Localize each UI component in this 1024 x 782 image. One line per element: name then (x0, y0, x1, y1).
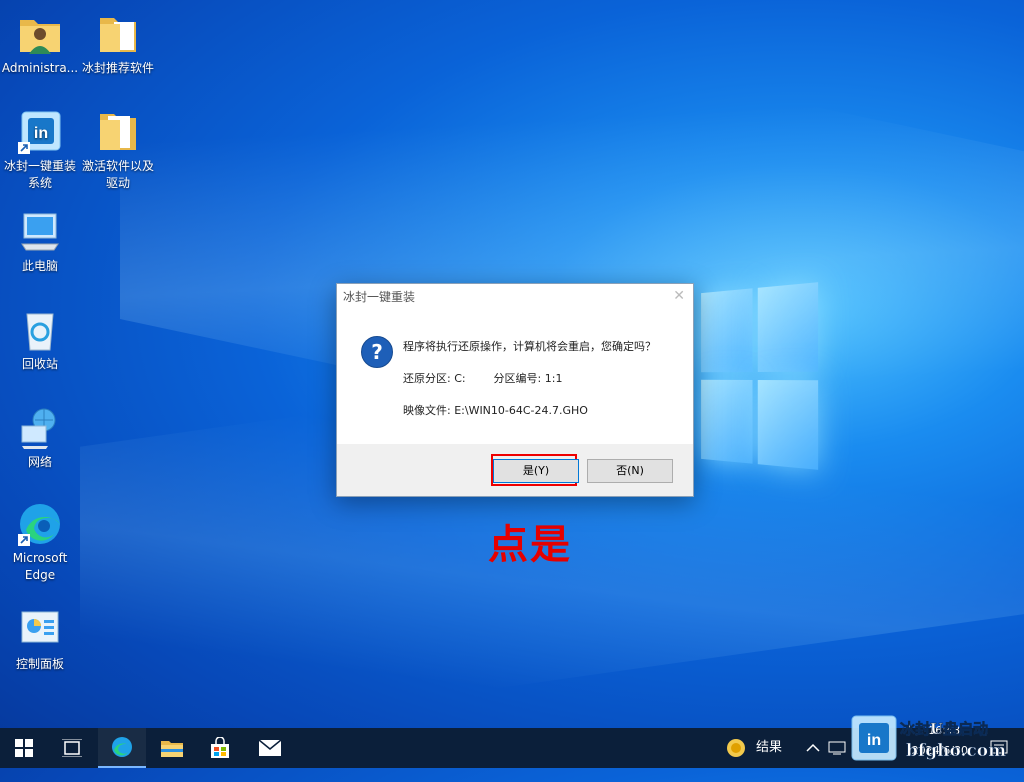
bingfeng-watermark: in 冰封U盘启动 bfgho.com (848, 712, 1024, 768)
recycle-bin-icon (16, 306, 64, 354)
image-file-info: 映像文件: E:\WIN10-64C-24.7.GHO (403, 404, 588, 417)
yes-button[interactable]: 是(Y) (493, 459, 579, 483)
task-view-icon (62, 739, 82, 757)
desktop-icon-label: 回收站 (21, 357, 58, 371)
taskbar-store[interactable] (196, 728, 244, 768)
question-icon: ? (361, 336, 393, 368)
user-folder-icon (16, 10, 64, 58)
windows-wallpaper-logo (701, 282, 819, 470)
folder-icon (94, 108, 142, 156)
close-icon[interactable]: ✕ (673, 288, 685, 304)
desktop-icon-label: 冰封推荐软件 (81, 61, 154, 75)
restore-partition-info: 还原分区: C: 分区编号: 1:1 (403, 372, 563, 385)
task-view-button[interactable] (48, 728, 96, 768)
weather-text[interactable]: 结果 (756, 728, 782, 768)
taskbar-file-explorer[interactable] (148, 728, 196, 768)
desktop-icon-label: Administra... (1, 61, 79, 75)
edge-icon (16, 500, 64, 548)
network-tray-icon[interactable] (828, 728, 846, 768)
folder-icon (161, 741, 183, 757)
mail-icon (258, 739, 282, 756)
desktop-icon-label: 此电脑 (21, 259, 58, 273)
desktop-icon-label: 激活软件以及驱动 (81, 159, 154, 190)
windows-start-icon (15, 739, 33, 757)
desktop-icon-activation-drivers[interactable]: 激活软件以及驱动 (78, 108, 158, 192)
folder-icon (94, 10, 142, 58)
desktop-icon-bingfeng-reinstall[interactable]: in 冰封一键重装系统 (0, 108, 80, 192)
taskbar-mail[interactable] (246, 728, 294, 768)
weather-icon (727, 739, 745, 757)
desktop-icon-label: 控制面板 (15, 657, 64, 671)
desktop-icon-microsoft-edge[interactable]: Microsoft Edge (0, 500, 80, 584)
watermark-line2: bfgho.com (906, 741, 1006, 761)
desktop-icon-this-pc[interactable]: 此电脑 (0, 208, 80, 275)
no-button[interactable]: 否(N) (587, 459, 673, 483)
desktop-icon-recommended-software[interactable]: 冰封推荐软件 (78, 10, 158, 77)
bingfeng-app-icon: in (16, 108, 64, 156)
desktop-icon-label: Microsoft Edge (12, 551, 68, 582)
dialog-button-bar: 是(Y) 否(N) (337, 444, 693, 496)
desktop-icon-label: 网络 (27, 455, 52, 469)
chevron-up-icon[interactable] (806, 728, 820, 768)
control-panel-icon (16, 606, 64, 654)
start-button[interactable] (0, 728, 48, 768)
desktop-icon-network[interactable]: 网络 (0, 404, 80, 471)
desktop-icon-recycle-bin[interactable]: 回收站 (0, 306, 80, 373)
instruction-annotation: 点是 (488, 521, 572, 568)
edge-icon (112, 737, 132, 757)
dialog-title: 冰封一键重装 (343, 290, 416, 304)
store-icon (211, 737, 229, 758)
computer-icon (16, 208, 64, 256)
weather-widget[interactable] (716, 728, 756, 768)
svg-text:in: in (34, 125, 48, 142)
desktop-icon-label: 冰封一键重装系统 (3, 159, 76, 190)
watermark-logo-text: in (867, 732, 881, 749)
dialog-message: 程序将执行还原操作，计算机将会重启，您确定吗？ (403, 340, 656, 353)
taskbar-edge[interactable] (98, 728, 146, 768)
desktop-icon-control-panel[interactable]: 控制面板 (0, 606, 80, 673)
desktop-icon-administrator[interactable]: Administra... (0, 10, 80, 77)
network-icon (16, 404, 64, 452)
confirm-restore-dialog: 冰封一键重装 ✕ ? 程序将执行还原操作，计算机将会重启，您确定吗？ 还原分区:… (336, 283, 694, 497)
watermark-line1: 冰封U盘启动 (900, 720, 988, 738)
